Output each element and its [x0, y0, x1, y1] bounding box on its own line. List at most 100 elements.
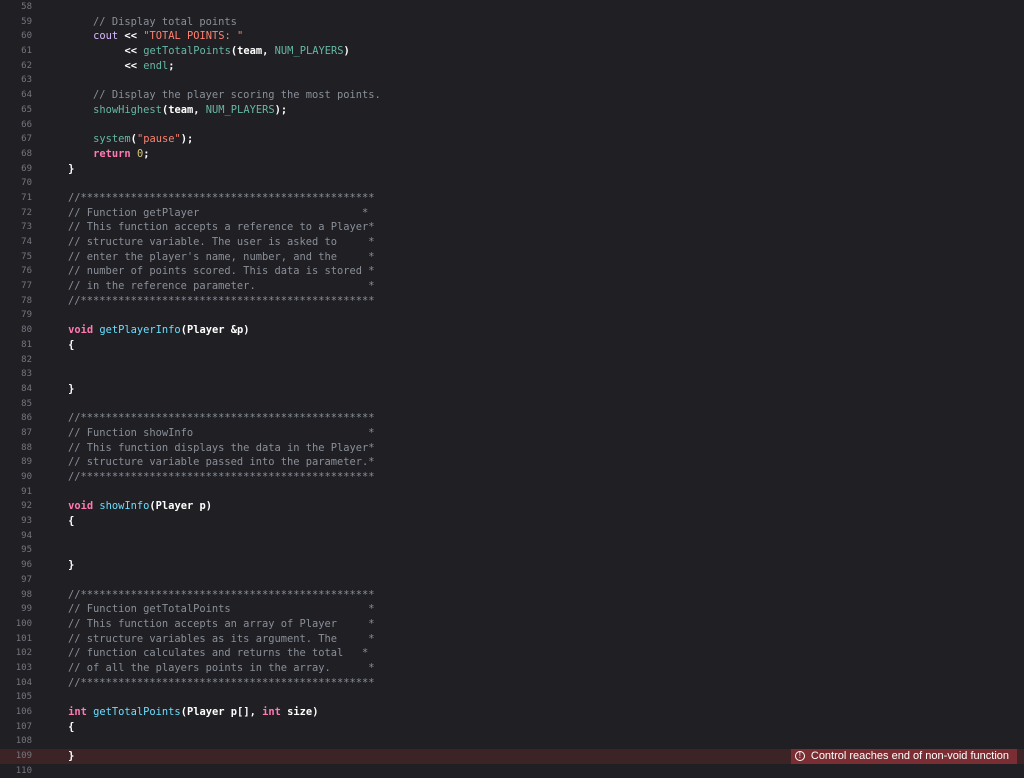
- code-editor[interactable]: 58 59 // Display total points 60 cout << "…: [0, 0, 1024, 776]
- code-line[interactable]: 95: [0, 543, 1024, 558]
- code-text[interactable]: // Function getPlayer *: [43, 206, 1024, 221]
- code-text[interactable]: {: [43, 338, 1024, 353]
- code-line[interactable]: 94: [0, 529, 1024, 544]
- code-text[interactable]: [43, 529, 1024, 544]
- code-line[interactable]: 58: [0, 0, 1024, 15]
- code-text[interactable]: system("pause");: [43, 132, 1024, 147]
- code-line[interactable]: 71 //***********************************…: [0, 191, 1024, 206]
- code-text[interactable]: //**************************************…: [43, 588, 1024, 603]
- code-line[interactable]: 97: [0, 573, 1024, 588]
- code-text[interactable]: // structure variables as its argument. …: [43, 632, 1024, 647]
- code-text[interactable]: [43, 573, 1024, 588]
- code-text[interactable]: // Display total points: [43, 15, 1024, 30]
- code-line[interactable]: 108: [0, 734, 1024, 749]
- code-text[interactable]: [43, 397, 1024, 412]
- code-text[interactable]: [43, 353, 1024, 368]
- code-text[interactable]: // This function displays the data in th…: [43, 441, 1024, 456]
- code-line[interactable]: 96 }: [0, 558, 1024, 573]
- code-text[interactable]: //**************************************…: [43, 294, 1024, 309]
- code-line[interactable]: 73 // This function accepts a reference …: [0, 220, 1024, 235]
- code-line[interactable]: 92 void showInfo(Player p): [0, 499, 1024, 514]
- code-line[interactable]: 81 {: [0, 338, 1024, 353]
- code-line[interactable]: 70: [0, 176, 1024, 191]
- code-text[interactable]: }: [43, 382, 1024, 397]
- code-line[interactable]: 76 // number of points scored. This data…: [0, 264, 1024, 279]
- code-line[interactable]: 103 // of all the players points in the …: [0, 661, 1024, 676]
- code-text[interactable]: // enter the player's name, number, and …: [43, 250, 1024, 265]
- code-line[interactable]: 87 // Function showInfo *: [0, 426, 1024, 441]
- code-line[interactable]: 72 // Function getPlayer *: [0, 206, 1024, 221]
- code-line[interactable]: 77 // in the reference parameter. *: [0, 279, 1024, 294]
- code-line[interactable]: 67 system("pause");: [0, 132, 1024, 147]
- code-line[interactable]: 109 }! Control reaches end of non-void fu…: [0, 749, 1024, 764]
- code-text[interactable]: // This function accepts a reference to …: [43, 220, 1024, 235]
- code-line[interactable]: 98 //***********************************…: [0, 588, 1024, 603]
- code-line[interactable]: 62 << endl;: [0, 59, 1024, 74]
- code-text[interactable]: cout << "TOTAL POINTS: ": [43, 29, 1024, 44]
- code-text[interactable]: [43, 176, 1024, 191]
- code-text[interactable]: //**************************************…: [43, 411, 1024, 426]
- code-line[interactable]: 79: [0, 308, 1024, 323]
- code-line[interactable]: 104 //**********************************…: [0, 676, 1024, 691]
- code-text[interactable]: << getTotalPoints(team, NUM_PLAYERS): [43, 44, 1024, 59]
- code-line[interactable]: 88 // This function displays the data in…: [0, 441, 1024, 456]
- code-text[interactable]: [43, 690, 1024, 705]
- code-line[interactable]: 75 // enter the player's name, number, a…: [0, 250, 1024, 265]
- code-text[interactable]: // Function showInfo *: [43, 426, 1024, 441]
- code-text[interactable]: {: [43, 514, 1024, 529]
- code-text[interactable]: [43, 118, 1024, 133]
- code-text[interactable]: [43, 73, 1024, 88]
- code-line[interactable]: 107 {: [0, 720, 1024, 735]
- code-line[interactable]: 91: [0, 485, 1024, 500]
- code-line[interactable]: 100 // This function accepts an array of…: [0, 617, 1024, 632]
- code-text[interactable]: [43, 734, 1024, 749]
- code-line[interactable]: 59 // Display total points: [0, 15, 1024, 30]
- code-line[interactable]: 64 // Display the player scoring the mos…: [0, 88, 1024, 103]
- code-line[interactable]: 68 return 0;: [0, 147, 1024, 162]
- code-line[interactable]: 105: [0, 690, 1024, 705]
- code-text[interactable]: << endl;: [43, 59, 1024, 74]
- code-text[interactable]: // in the reference parameter. *: [43, 279, 1024, 294]
- code-line[interactable]: 85: [0, 397, 1024, 412]
- code-line[interactable]: 102 // function calculates and returns t…: [0, 646, 1024, 661]
- code-text[interactable]: [43, 0, 1024, 15]
- code-text[interactable]: //**************************************…: [43, 191, 1024, 206]
- code-line[interactable]: 60 cout << "TOTAL POINTS: ": [0, 29, 1024, 44]
- code-line[interactable]: 66: [0, 118, 1024, 133]
- code-line[interactable]: 63: [0, 73, 1024, 88]
- code-line[interactable]: 69 }: [0, 162, 1024, 177]
- code-line[interactable]: 84 }: [0, 382, 1024, 397]
- code-text[interactable]: // function calculates and returns the t…: [43, 646, 1024, 661]
- code-text[interactable]: }: [43, 162, 1024, 177]
- code-text[interactable]: [43, 308, 1024, 323]
- code-text[interactable]: // structure variable passed into the pa…: [43, 455, 1024, 470]
- code-line[interactable]: 86 //***********************************…: [0, 411, 1024, 426]
- code-text[interactable]: int getTotalPoints(Player p[], int size): [43, 705, 1024, 720]
- code-line[interactable]: 61 << getTotalPoints(team, NUM_PLAYERS): [0, 44, 1024, 59]
- code-line[interactable]: 101 // structure variables as its argume…: [0, 632, 1024, 647]
- code-text[interactable]: // This function accepts an array of Pla…: [43, 617, 1024, 632]
- code-line[interactable]: 106 int getTotalPoints(Player p[], int s…: [0, 705, 1024, 720]
- code-line[interactable]: 90 //***********************************…: [0, 470, 1024, 485]
- code-line[interactable]: 99 // Function getTotalPoints *: [0, 602, 1024, 617]
- code-text[interactable]: showHighest(team, NUM_PLAYERS);: [43, 103, 1024, 118]
- code-line[interactable]: 78 //***********************************…: [0, 294, 1024, 309]
- code-text[interactable]: [43, 367, 1024, 382]
- code-line[interactable]: 80 void getPlayerInfo(Player &p): [0, 323, 1024, 338]
- code-text[interactable]: // Function getTotalPoints *: [43, 602, 1024, 617]
- code-line[interactable]: 89 // structure variable passed into the…: [0, 455, 1024, 470]
- code-text[interactable]: return 0;: [43, 147, 1024, 162]
- error-badge[interactable]: ! Control reaches end of non-void functio…: [790, 749, 1017, 764]
- code-text[interactable]: [43, 485, 1024, 500]
- code-text[interactable]: void getPlayerInfo(Player &p): [43, 323, 1024, 338]
- code-line[interactable]: 83: [0, 367, 1024, 382]
- code-line[interactable]: 93 {: [0, 514, 1024, 529]
- code-text[interactable]: [43, 543, 1024, 558]
- code-line[interactable]: 65 showHighest(team, NUM_PLAYERS);: [0, 103, 1024, 118]
- code-text[interactable]: // structure variable. The user is asked…: [43, 235, 1024, 250]
- code-text[interactable]: // Display the player scoring the most p…: [43, 88, 1024, 103]
- code-line[interactable]: 74 // structure variable. The user is as…: [0, 235, 1024, 250]
- code-text[interactable]: }: [43, 558, 1024, 573]
- code-line[interactable]: 82: [0, 353, 1024, 368]
- code-text[interactable]: // of all the players points in the arra…: [43, 661, 1024, 676]
